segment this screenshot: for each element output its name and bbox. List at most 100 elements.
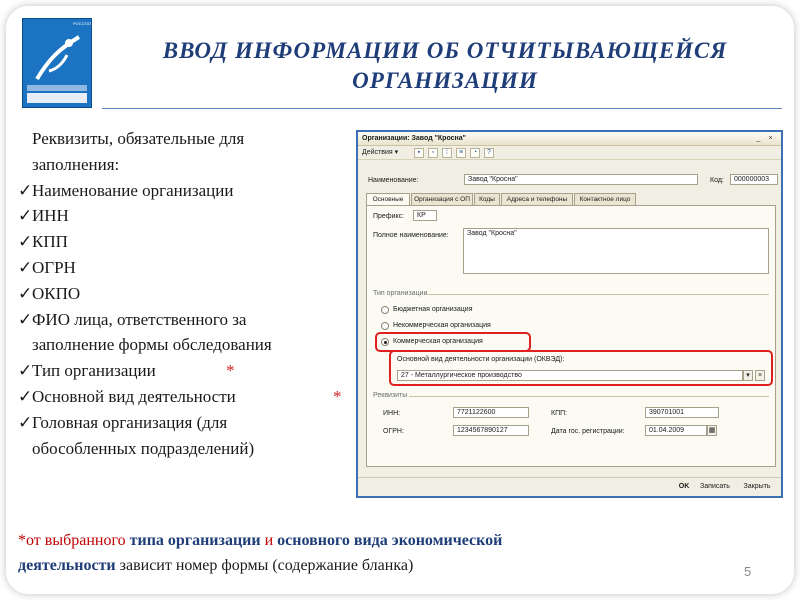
name-label: Наименование: — [368, 177, 419, 184]
logo-band — [27, 85, 87, 91]
check-icon: ✓ — [18, 309, 33, 329]
footnote-star: * — [18, 532, 26, 549]
req-item-head-org: ✓ Головная организация (для обособленных п… — [18, 410, 358, 462]
history-icon[interactable]: ◔ — [470, 148, 480, 158]
window-title: Организации: Завод "Кросна" — [362, 135, 466, 142]
reg-date-label: Дата гос. регистрации: — [551, 428, 625, 435]
save-icon[interactable]: ▪ — [414, 148, 424, 158]
reg-date-field[interactable]: 01.04.2009 — [645, 425, 707, 436]
req-item-name: ✓ Наименование организации — [18, 178, 358, 204]
close-button[interactable]: Закрыть — [738, 481, 776, 493]
logo-footer — [27, 93, 87, 103]
slide-title-line1: ВВОД ИНФОРМАЦИИ ОБ ОТЧИТЫВАЮЩЕЙСЯ — [162, 38, 728, 63]
footnote: *от выбранного типа организации и основн… — [18, 528, 718, 578]
req-item-text: ОГРН — [32, 257, 76, 277]
footnote-activity-end: деятельности — [18, 557, 116, 574]
req-item-text: ИНН — [32, 206, 69, 226]
check-icon: ✓ — [18, 232, 33, 252]
footnote-rest: зависит номер формы (содержание бланка) — [115, 557, 414, 574]
footnote-org-type: типа организации — [129, 532, 261, 549]
organization-window: Организации: Завод "Кросна" _ × Действия… — [356, 130, 783, 498]
footnote-and: и — [260, 532, 278, 549]
prefix-label: Префикс: — [373, 213, 405, 220]
ok-button[interactable]: OK — [676, 481, 692, 493]
code-field[interactable]: 000000003 — [730, 174, 778, 185]
kpp-label: КПП: — [551, 410, 568, 417]
check-icon: ✓ — [18, 257, 33, 277]
inn-field[interactable]: 7721122600 — [453, 407, 529, 418]
print-icon[interactable]: ≡ — [456, 148, 466, 158]
req-item-text: Тип организации — [32, 361, 156, 381]
write-close-icon[interactable]: ▫ — [428, 148, 438, 158]
kpp-field[interactable]: 390701001 — [645, 407, 719, 418]
check-icon: ✓ — [18, 361, 33, 381]
close-icon[interactable]: × — [766, 134, 775, 143]
tab-addresses[interactable]: Адреса и телефоны — [501, 193, 573, 205]
full-name-field[interactable]: Завод "Кросна" — [463, 228, 769, 274]
group-divider — [409, 396, 769, 397]
req-item-text: ФИО лица, ответственного за — [32, 309, 247, 329]
page-number: 5 — [744, 564, 752, 579]
check-icon: ✓ — [18, 386, 33, 406]
help-icon[interactable]: ? — [484, 148, 494, 158]
req-item-inn: ✓ ИНН — [18, 203, 358, 229]
org-type-group-title: Тип организации — [373, 290, 428, 297]
name-field[interactable]: Завод "Кросна" — [464, 174, 698, 185]
req-item-ogrn: ✓ ОГРН — [18, 255, 358, 281]
requisites-list: Реквизиты, обязательные для заполнения: … — [18, 126, 358, 461]
calendar-icon[interactable]: ▦ — [707, 425, 717, 436]
slide: РОССТАТ ВВОД ИНФОРМАЦИИ ОБ ОТЧИТЫВАЮЩЕЙС… — [0, 0, 800, 600]
req-item-text: КПП — [32, 232, 68, 252]
footnote-part1: от выбранного — [26, 532, 130, 549]
slide-title: ВВОД ИНФОРМАЦИИ ОБ ОТЧИТЫВАЮЩЕЙСЯ ОРГАНИ… — [100, 36, 790, 96]
radio-nonprofit-label: Некоммерческая организация — [393, 322, 491, 329]
save-button[interactable]: Записать — [698, 481, 732, 493]
window-button-bar: OK Записать Закрыть — [358, 477, 781, 496]
requisites-intro-line2: заполнения: — [32, 154, 120, 174]
required-star: * — [333, 386, 342, 406]
ogrn-field[interactable]: 1234567890127 — [453, 425, 529, 436]
req-item-okpo: ✓ ОКПО — [18, 281, 358, 307]
ogrn-label: ОГРН: — [383, 428, 404, 435]
req-item-text: Головная организация (для — [32, 412, 228, 432]
okved-highlight — [389, 350, 773, 386]
radio-budget-label: Бюджетная организация — [393, 306, 473, 313]
req-item-responsible: ✓ ФИО лица, ответственного за заполнение ф… — [18, 307, 358, 359]
req-item-text: ОКПО — [32, 283, 81, 303]
check-icon: ✓ — [18, 180, 33, 200]
rosstat-logo: РОССТАТ — [22, 18, 92, 108]
req-item-org-type: ✓ Тип организации * — [18, 358, 358, 384]
group-divider — [427, 294, 769, 295]
radio-nonprofit[interactable] — [381, 322, 389, 330]
requisites-intro-line1: Реквизиты, обязательные для — [32, 129, 245, 148]
tab-org-op[interactable]: Организация с ОП — [411, 193, 473, 205]
window-titlebar[interactable]: Организации: Завод "Кросна" _ × — [358, 132, 781, 146]
actions-menu-label: Действия — [362, 149, 393, 156]
footnote-activity: основного вида экономической — [277, 532, 503, 549]
req-item-activity: ✓ Основной вид деятельности * — [18, 384, 358, 410]
required-star: * — [226, 361, 235, 381]
logo-top-text: РОССТАТ — [73, 21, 92, 26]
req-item-text-continued: заполнение формы обследования — [32, 335, 272, 355]
prefix-field[interactable]: КР — [413, 210, 437, 221]
requisites-group-title: Реквизиты — [373, 392, 408, 399]
structure-icon[interactable]: ⁞ — [442, 148, 452, 158]
check-icon: ✓ — [18, 283, 33, 303]
minimize-icon[interactable]: _ — [754, 134, 763, 143]
actions-menu[interactable]: Действия ▾ — [362, 148, 398, 158]
check-icon: ✓ — [18, 206, 33, 226]
req-item-text: Основной вид деятельности — [32, 386, 236, 406]
slide-title-line2: ОРГАНИЗАЦИИ — [352, 68, 538, 93]
req-item-text-continued: обособленных подразделений) — [32, 438, 255, 458]
tab-panel-main: Префикс: КР Полное наименование: Завод "… — [366, 205, 776, 467]
radio-budget[interactable] — [381, 306, 389, 314]
full-name-label: Полное наименование: — [373, 232, 449, 239]
check-icon: ✓ — [18, 412, 33, 432]
tab-codes[interactable]: Коды — [474, 193, 500, 205]
tab-contact[interactable]: Контактное лицо — [574, 193, 636, 205]
code-label: Код: — [710, 177, 724, 184]
window-toolbar: Действия ▾ ▪ ▫ ⁞ ≡ ◔ ? — [358, 146, 781, 160]
req-item-kpp: ✓ КПП — [18, 229, 358, 255]
logo-emblem-icon — [35, 35, 81, 81]
title-divider — [102, 108, 782, 109]
